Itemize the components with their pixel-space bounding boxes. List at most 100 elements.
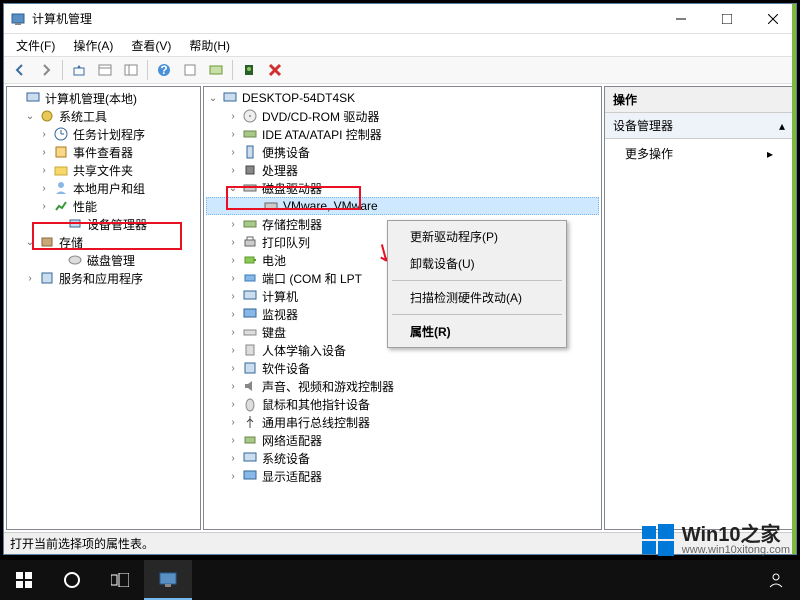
computer-icon bbox=[25, 90, 41, 106]
network-icon bbox=[242, 432, 258, 448]
menu-view[interactable]: 查看(V) bbox=[123, 35, 179, 56]
expander-icon[interactable]: › bbox=[37, 163, 51, 177]
cortana-button[interactable] bbox=[48, 560, 96, 600]
perf-icon bbox=[53, 198, 69, 214]
start-button[interactable] bbox=[0, 560, 48, 600]
up-button[interactable] bbox=[67, 58, 91, 82]
delete-button[interactable] bbox=[263, 58, 287, 82]
usb-icon bbox=[242, 414, 258, 430]
taskbar bbox=[0, 560, 800, 600]
tools-icon bbox=[39, 108, 55, 124]
detail-button[interactable] bbox=[119, 58, 143, 82]
node-system-dev[interactable]: ›系统设备 bbox=[206, 449, 599, 467]
back-button[interactable] bbox=[8, 58, 32, 82]
ctx-uninstall[interactable]: 卸载设备(U) bbox=[390, 250, 564, 277]
node-shared-folders[interactable]: › 共享文件夹 bbox=[9, 161, 198, 179]
ctx-properties[interactable]: 属性(R) bbox=[390, 318, 564, 345]
monitor-icon bbox=[242, 306, 258, 322]
system-icon bbox=[242, 450, 258, 466]
chevron-up-icon: ▴ bbox=[779, 119, 785, 133]
ctx-separator bbox=[392, 280, 562, 281]
node-task-scheduler[interactable]: › 任务计划程序 bbox=[9, 125, 198, 143]
node-network[interactable]: ›网络适配器 bbox=[206, 431, 599, 449]
view-button[interactable] bbox=[93, 58, 117, 82]
node-processor[interactable]: ›处理器 bbox=[206, 161, 599, 179]
node-disk-mgmt[interactable]: 磁盘管理 bbox=[9, 251, 198, 269]
actions-device-mgr[interactable]: 设备管理器 ▴ bbox=[605, 113, 793, 139]
node-disk-item[interactable]: VMware, VMware bbox=[206, 197, 599, 215]
refresh-button[interactable] bbox=[204, 58, 228, 82]
svg-text:?: ? bbox=[160, 63, 167, 77]
forward-button[interactable] bbox=[34, 58, 58, 82]
expander-icon[interactable]: ⌄ bbox=[206, 91, 220, 105]
sound-icon bbox=[242, 378, 258, 394]
menu-help[interactable]: 帮助(H) bbox=[181, 35, 238, 56]
scan-button[interactable] bbox=[237, 58, 261, 82]
node-computer-mgmt[interactable]: 计算机管理(本地) bbox=[9, 89, 198, 107]
node-usb[interactable]: ›通用串行总线控制器 bbox=[206, 413, 599, 431]
app-icon bbox=[10, 11, 26, 27]
expander-icon[interactable]: › bbox=[37, 145, 51, 159]
actions-header: 操作 bbox=[605, 87, 793, 113]
titlebar: 计算机管理 bbox=[4, 4, 796, 34]
expander-icon[interactable]: › bbox=[23, 271, 37, 285]
window-scrollbar[interactable] bbox=[792, 4, 796, 554]
disk-icon bbox=[67, 252, 83, 268]
users-icon bbox=[53, 180, 69, 196]
node-portable[interactable]: ›便携设备 bbox=[206, 143, 599, 161]
printer-icon bbox=[242, 234, 258, 250]
node-dvd[interactable]: ›DVD/CD-ROM 驱动器 bbox=[206, 107, 599, 125]
chevron-right-icon: ▸ bbox=[767, 147, 773, 161]
taskbar-app-compmgmt[interactable] bbox=[144, 560, 192, 600]
props-button[interactable] bbox=[178, 58, 202, 82]
menubar: 文件(F) 操作(A) 查看(V) 帮助(H) bbox=[4, 34, 796, 56]
menu-file[interactable]: 文件(F) bbox=[8, 35, 63, 56]
display-icon bbox=[242, 468, 258, 484]
node-ide[interactable]: ›IDE ATA/ATAPI 控制器 bbox=[206, 125, 599, 143]
main-window: 计算机管理 文件(F) 操作(A) 查看(V) 帮助(H) ? bbox=[3, 3, 797, 555]
node-sound[interactable]: ›声音、视频和游戏控制器 bbox=[206, 377, 599, 395]
storage-ctrl-icon bbox=[242, 216, 258, 232]
toolbar: ? bbox=[4, 56, 796, 84]
hdd-icon bbox=[263, 198, 279, 214]
node-event-viewer[interactable]: › 事件查看器 bbox=[9, 143, 198, 161]
expander-icon[interactable]: ⌄ bbox=[23, 109, 37, 123]
node-services[interactable]: › 服务和应用程序 bbox=[9, 269, 198, 287]
taskview-button[interactable] bbox=[96, 560, 144, 600]
actions-more[interactable]: 更多操作 ▸ bbox=[605, 139, 793, 168]
node-storage[interactable]: ⌄ 存储 bbox=[9, 233, 198, 251]
minimize-button[interactable] bbox=[658, 4, 704, 34]
keyboard-icon bbox=[242, 324, 258, 340]
menu-action[interactable]: 操作(A) bbox=[65, 35, 121, 56]
expander-icon[interactable]: ⌄ bbox=[23, 235, 37, 249]
software-icon bbox=[242, 360, 258, 376]
left-panel: 计算机管理(本地) ⌄ 系统工具 › 任务计划程序 › 事件查看器 bbox=[6, 86, 201, 530]
tray-people-icon[interactable] bbox=[752, 560, 800, 600]
node-software[interactable]: ›软件设备 bbox=[206, 359, 599, 377]
expander-icon[interactable]: › bbox=[37, 181, 51, 195]
services-icon bbox=[39, 270, 55, 286]
help-button[interactable]: ? bbox=[152, 58, 176, 82]
ide-icon bbox=[242, 126, 258, 142]
node-computer-root[interactable]: ⌄ DESKTOP-54DT4SK bbox=[206, 89, 599, 107]
node-system-tools[interactable]: ⌄ 系统工具 bbox=[9, 107, 198, 125]
context-menu: 更新驱动程序(P) 卸载设备(U) 扫描检测硬件改动(A) 属性(R) bbox=[387, 220, 567, 348]
maximize-button[interactable] bbox=[704, 4, 750, 34]
node-local-users[interactable]: › 本地用户和组 bbox=[9, 179, 198, 197]
node-device-manager[interactable]: 设备管理器 bbox=[9, 215, 198, 233]
node-disk-drives[interactable]: ⌄磁盘驱动器 bbox=[206, 179, 599, 197]
expander-icon[interactable]: › bbox=[37, 127, 51, 141]
battery-icon bbox=[242, 252, 258, 268]
hid-icon bbox=[242, 342, 258, 358]
ctx-scan[interactable]: 扫描检测硬件改动(A) bbox=[390, 284, 564, 311]
node-performance[interactable]: › 性能 bbox=[9, 197, 198, 215]
close-button[interactable] bbox=[750, 4, 796, 34]
computer-icon bbox=[242, 288, 258, 304]
expander-icon[interactable]: › bbox=[37, 199, 51, 213]
window-title: 计算机管理 bbox=[32, 10, 658, 27]
watermark: Win10之家 www.win10xitong.com bbox=[642, 524, 790, 556]
ctx-update-driver[interactable]: 更新驱动程序(P) bbox=[390, 223, 564, 250]
folder-icon bbox=[53, 162, 69, 178]
node-display[interactable]: ›显示适配器 bbox=[206, 467, 599, 485]
node-mouse[interactable]: ›鼠标和其他指针设备 bbox=[206, 395, 599, 413]
